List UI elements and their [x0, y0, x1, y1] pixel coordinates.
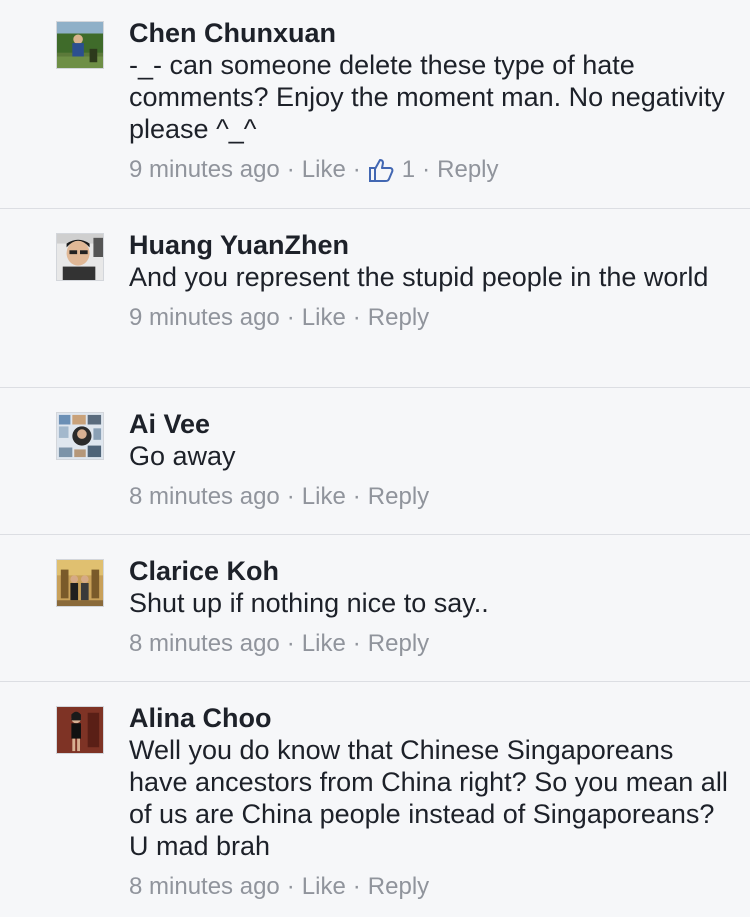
separator: ·: [352, 630, 361, 657]
comment-author[interactable]: Ai Vee: [129, 408, 730, 440]
comment-text: Go away: [129, 441, 236, 471]
like-button[interactable]: Like: [302, 155, 346, 185]
separator: ·: [352, 156, 361, 183]
avatar[interactable]: [56, 706, 104, 754]
comment-meta: 8 minutes ago · Like · Reply: [129, 872, 730, 902]
avatar[interactable]: [56, 559, 104, 607]
comment-item: Ai Vee Go away 8 minutes ago · Like · Re…: [0, 388, 750, 535]
comment-item: Alina Choo Well you do know that Chinese…: [0, 682, 750, 917]
comment-timestamp[interactable]: 8 minutes ago: [129, 482, 280, 512]
comment-text: Shut up if nothing nice to say..: [129, 588, 489, 618]
comment-list: Chen Chunxuan -_- can someone delete the…: [0, 0, 750, 917]
reply-button[interactable]: Reply: [368, 629, 429, 659]
comment-timestamp[interactable]: 8 minutes ago: [129, 629, 280, 659]
comment-author[interactable]: Clarice Koh: [129, 555, 730, 587]
like-button[interactable]: Like: [302, 303, 346, 333]
comment-author[interactable]: Huang YuanZhen: [129, 229, 730, 261]
separator: ·: [352, 304, 361, 331]
comment-meta: 8 minutes ago · Like · Reply: [129, 629, 730, 659]
separator: ·: [352, 483, 361, 510]
comment-text: -_- can someone delete these type of hat…: [129, 50, 725, 144]
comment-timestamp[interactable]: 9 minutes ago: [129, 155, 280, 185]
profile-photo-collage-icon: [57, 413, 103, 459]
comment-item: Huang YuanZhen And you represent the stu…: [0, 209, 750, 388]
separator: ·: [286, 304, 295, 331]
reply-button[interactable]: Reply: [368, 482, 429, 512]
comment-text: And you represent the stupid people in t…: [129, 262, 709, 292]
like-button[interactable]: Like: [302, 629, 346, 659]
comment-timestamp[interactable]: 9 minutes ago: [129, 303, 280, 333]
comment-meta: 9 minutes ago · Like · 1 · Reply: [129, 155, 730, 185]
comment-meta: 9 minutes ago · Like · Reply: [129, 303, 730, 333]
separator: ·: [352, 873, 361, 900]
comment-item: Clarice Koh Shut up if nothing nice to s…: [0, 535, 750, 682]
comment-text: Well you do know that Chinese Singaporea…: [129, 735, 728, 861]
profile-photo-standing-icon: [57, 707, 103, 753]
avatar[interactable]: [56, 233, 104, 281]
comment-author[interactable]: Chen Chunxuan: [129, 17, 730, 49]
comment-item: Chen Chunxuan -_- can someone delete the…: [0, 0, 750, 209]
profile-photo-group-icon: [57, 560, 103, 606]
like-button[interactable]: Like: [302, 482, 346, 512]
profile-photo-outdoor-icon: [57, 22, 103, 68]
comment-author[interactable]: Alina Choo: [129, 702, 730, 734]
separator: ·: [286, 630, 295, 657]
comment-meta: 8 minutes ago · Like · Reply: [129, 482, 730, 512]
like-count[interactable]: 1: [402, 155, 415, 185]
like-button[interactable]: Like: [302, 872, 346, 902]
avatar[interactable]: [56, 412, 104, 460]
separator: ·: [422, 156, 431, 183]
separator: ·: [286, 156, 295, 183]
avatar[interactable]: [56, 21, 104, 69]
separator: ·: [286, 483, 295, 510]
reply-button[interactable]: Reply: [368, 303, 429, 333]
separator: ·: [286, 873, 295, 900]
reply-button[interactable]: Reply: [368, 872, 429, 902]
thumbs-up-icon[interactable]: [368, 157, 394, 183]
comment-timestamp[interactable]: 8 minutes ago: [129, 872, 280, 902]
profile-photo-portrait-icon: [57, 234, 103, 280]
reply-button[interactable]: Reply: [437, 155, 498, 185]
